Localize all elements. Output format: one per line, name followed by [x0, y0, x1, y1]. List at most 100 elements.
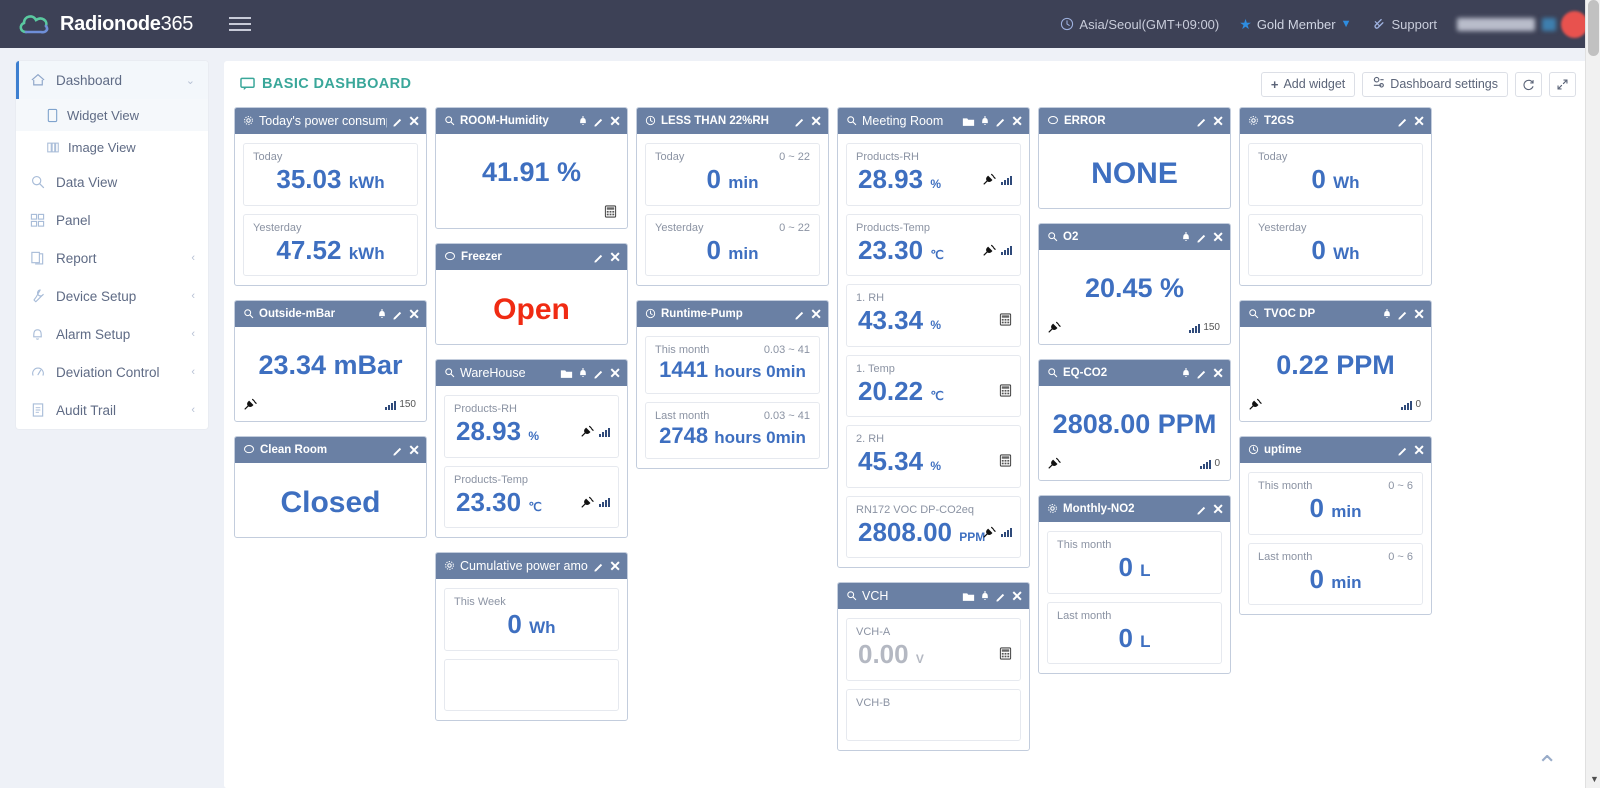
folder-icon[interactable] [560, 368, 573, 379]
pencil-icon[interactable] [392, 116, 403, 127]
membership-menu[interactable]: ★ Gold Member ▼ [1239, 16, 1351, 33]
folder-icon[interactable] [962, 116, 975, 127]
bell-icon[interactable] [377, 308, 387, 320]
pencil-icon[interactable] [794, 116, 805, 127]
close-icon[interactable]: ✕ [408, 114, 420, 128]
pencil-icon[interactable] [593, 252, 604, 263]
close-icon[interactable]: ✕ [1413, 307, 1425, 321]
sidebar-item-image-view[interactable]: Image View [16, 131, 208, 163]
widget-runtime-pump: Runtime-Pump ✕ This month 0.03 ~ 41 1441… [636, 300, 829, 469]
close-icon[interactable]: ✕ [1413, 114, 1425, 128]
pencil-icon[interactable] [593, 561, 604, 572]
pencil-icon[interactable] [1196, 232, 1207, 243]
scroll-down-arrow-icon[interactable]: ▼ [1590, 774, 1599, 784]
pencil-icon[interactable] [1196, 116, 1207, 127]
bell-icon[interactable] [578, 115, 588, 127]
tile-unit: % [930, 318, 941, 332]
timezone-label: Asia/Seoul(GMT+09:00) [1079, 16, 1220, 32]
close-icon[interactable]: ✕ [1212, 230, 1224, 244]
gear-icon [1047, 502, 1058, 517]
sidebar-item-dashboard[interactable]: Dashboard ⌄ [16, 61, 208, 99]
horizontal-scrollbar[interactable] [224, 776, 1588, 788]
close-icon[interactable]: ✕ [408, 443, 420, 457]
sidebar-item-report[interactable]: Report ‹ [16, 239, 208, 277]
dashboard-settings-button[interactable]: Dashboard settings [1362, 71, 1508, 97]
pencil-icon[interactable] [392, 309, 403, 320]
tile-label: Last month [1057, 609, 1112, 622]
tile-label: Products-Temp [856, 221, 930, 234]
sidebar-item-audit-trail[interactable]: Audit Trail ‹ [16, 391, 208, 429]
clock-icon [645, 114, 656, 129]
close-icon[interactable]: ✕ [810, 114, 822, 128]
sidebar-item-alarm-setup[interactable]: Alarm Setup ‹ [16, 315, 208, 353]
sidebar-item-data-view[interactable]: Data View [16, 163, 208, 201]
pencil-icon[interactable] [1397, 445, 1408, 456]
value-unit: mBar [333, 350, 403, 380]
pencil-icon[interactable] [1196, 368, 1207, 379]
sidebar-item-deviation-control[interactable]: Deviation Control ‹ [16, 353, 208, 391]
scrollbar-thumb[interactable] [1588, 0, 1599, 56]
tile-label: Today [253, 151, 283, 163]
close-icon[interactable]: ✕ [1212, 502, 1224, 516]
pencil-icon[interactable] [1196, 504, 1207, 515]
close-icon[interactable]: ✕ [609, 114, 621, 128]
pencil-icon[interactable] [392, 445, 403, 456]
close-icon[interactable]: ✕ [810, 307, 822, 321]
add-widget-button[interactable]: + Add widget [1260, 71, 1356, 97]
calculator-icon[interactable] [604, 205, 617, 218]
bell-icon[interactable] [980, 115, 990, 127]
pencil-icon[interactable] [995, 591, 1006, 602]
tablet-icon [46, 108, 59, 123]
metric-tile: This month 0 L [1047, 531, 1222, 594]
pencil-icon[interactable] [1397, 309, 1408, 320]
bell-icon[interactable] [1181, 367, 1191, 379]
avatar[interactable] [1561, 10, 1588, 38]
sidebar-item-device-setup[interactable]: Device Setup ‹ [16, 277, 208, 315]
calculator-icon[interactable] [999, 313, 1012, 329]
scroll-to-top-icon[interactable]: ⌃ [1536, 752, 1558, 778]
pencil-icon[interactable] [593, 368, 604, 379]
document-icon [29, 402, 46, 418]
sidebar-item-panel[interactable]: Panel [16, 201, 208, 239]
tile-label: Products-RH [856, 151, 919, 163]
widget-body: Today 35.03 kWh Yesterday 47.52 kWh [235, 134, 426, 285]
support-link[interactable]: Support [1371, 17, 1437, 32]
close-icon[interactable]: ✕ [609, 366, 621, 380]
bell-icon[interactable] [1181, 231, 1191, 243]
close-icon[interactable]: ✕ [1413, 443, 1425, 457]
brand-logo[interactable]: Radionode365 [18, 12, 193, 36]
bell-icon[interactable] [1382, 308, 1392, 320]
clock-icon [1248, 443, 1259, 458]
close-icon[interactable]: ✕ [1212, 114, 1224, 128]
widget-header: Runtime-Pump ✕ [637, 301, 828, 327]
sidebar-item-widget-view[interactable]: Widget View [16, 99, 208, 131]
close-icon[interactable]: ✕ [1011, 589, 1023, 603]
close-icon[interactable]: ✕ [1212, 366, 1224, 380]
calculator-icon[interactable] [999, 384, 1012, 400]
close-icon[interactable]: ✕ [408, 307, 420, 321]
pencil-icon[interactable] [794, 309, 805, 320]
bell-icon[interactable] [980, 590, 990, 602]
folder-icon[interactable] [962, 591, 975, 602]
expand-button[interactable] [1549, 71, 1576, 97]
bell-icon[interactable] [578, 367, 588, 379]
metric-tile: This Week 0 Wh [444, 588, 619, 651]
timezone-display[interactable]: Asia/Seoul(GMT+09:00) [1060, 17, 1219, 32]
pencil-icon[interactable] [593, 116, 604, 127]
plug-icon [1249, 397, 1262, 413]
calculator-icon[interactable] [999, 454, 1012, 470]
widget-column-6: T2GS ✕ Today 0 Wh Yesterday 0 Wh TVOC DP… [1239, 107, 1432, 751]
widget-body: This Week 0 Wh [436, 579, 627, 720]
user-area[interactable] [1457, 10, 1588, 38]
hamburger-icon[interactable] [229, 17, 252, 31]
chevron-left-icon: ‹ [191, 404, 195, 416]
calculator-icon[interactable] [999, 647, 1012, 663]
pencil-icon[interactable] [995, 116, 1006, 127]
vertical-scrollbar[interactable]: ▼ [1585, 0, 1600, 788]
widget-title: LESS THAN 22%RH [661, 115, 769, 127]
close-icon[interactable]: ✕ [609, 250, 621, 264]
refresh-button[interactable] [1515, 71, 1542, 97]
pencil-icon[interactable] [1397, 116, 1408, 127]
close-icon[interactable]: ✕ [1011, 114, 1023, 128]
close-icon[interactable]: ✕ [609, 559, 621, 573]
